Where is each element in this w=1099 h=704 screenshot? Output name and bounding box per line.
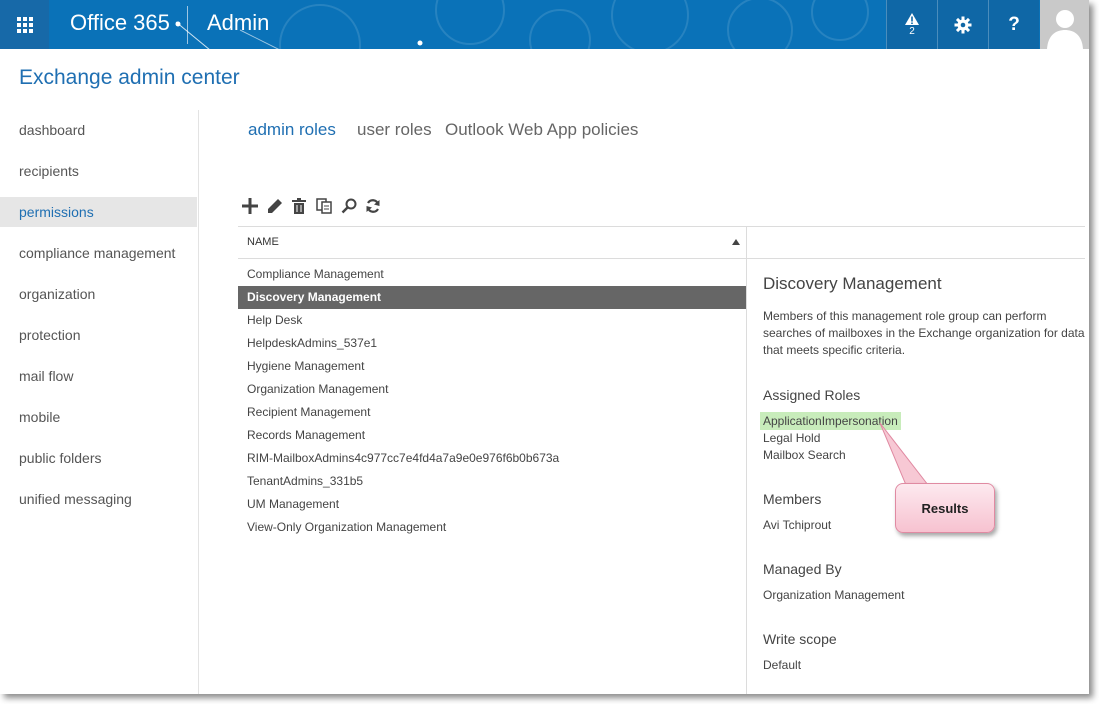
assigned-role-item: Mailbox Search xyxy=(763,448,846,462)
window: Office 365 Admin 2 ? Exchange admin cent… xyxy=(0,0,1089,694)
copy-button[interactable] xyxy=(314,196,334,216)
list-header: NAME xyxy=(238,226,1085,259)
assigned-roles-heading: Assigned Roles xyxy=(763,387,861,403)
alerts-button[interactable]: 2 xyxy=(886,0,937,49)
tab-outlook-web-app-policies[interactable]: Outlook Web App policies xyxy=(445,120,638,140)
tab-admin-roles[interactable]: admin roles xyxy=(248,120,336,140)
list-item[interactable]: HelpdeskAdmins_537e1 xyxy=(238,332,746,355)
nav-item-compliance-management[interactable]: compliance management xyxy=(0,238,197,268)
managed-by-heading: Managed By xyxy=(763,561,842,577)
results-callout: Results xyxy=(895,483,995,533)
managed-by-value: Organization Management xyxy=(763,588,905,602)
list-item[interactable]: View-Only Organization Management xyxy=(238,516,746,539)
sort-ascending-icon[interactable] xyxy=(732,239,740,245)
alerts-count: 2 xyxy=(909,25,915,37)
add-button[interactable] xyxy=(240,196,260,216)
nav-item-permissions[interactable]: permissions xyxy=(0,197,197,227)
edit-icon xyxy=(268,199,282,213)
section-name[interactable]: Admin xyxy=(207,10,269,36)
list-item[interactable]: Records Management xyxy=(238,424,746,447)
list-item[interactable]: Help Desk xyxy=(238,309,746,332)
write-scope-value: Default xyxy=(763,658,802,672)
list-item[interactable]: UM Management xyxy=(238,493,746,516)
details-title: Discovery Management xyxy=(763,274,942,293)
list-item-selected[interactable]: Discovery Management xyxy=(238,286,746,309)
delete-button[interactable] xyxy=(289,196,309,216)
nav-item-unified-messaging[interactable]: unified messaging xyxy=(0,484,197,514)
left-nav: dashboard recipients permissions complia… xyxy=(0,110,199,694)
waffle-icon xyxy=(16,16,33,33)
list-item[interactable]: Recipient Management xyxy=(238,401,746,424)
avatar-icon xyxy=(1040,0,1089,49)
nav-item-mail-flow[interactable]: mail flow xyxy=(0,361,197,391)
write-scope-heading: Write scope xyxy=(763,631,837,647)
refresh-button[interactable] xyxy=(363,196,383,216)
refresh-icon xyxy=(366,199,380,213)
settings-button[interactable] xyxy=(937,0,988,49)
nav-item-recipients[interactable]: recipients xyxy=(0,156,197,186)
column-header-name[interactable]: NAME xyxy=(247,236,279,248)
list-item[interactable]: Organization Management xyxy=(238,378,746,401)
nav-item-dashboard[interactable]: dashboard xyxy=(0,115,197,145)
alert-icon xyxy=(905,12,919,25)
search-icon xyxy=(341,198,357,214)
nav-item-organization[interactable]: organization xyxy=(0,279,197,309)
member-item: Avi Tchiprout xyxy=(763,518,832,532)
app-launcher-button[interactable] xyxy=(0,0,49,49)
list-item[interactable]: Hygiene Management xyxy=(238,355,746,378)
help-button[interactable]: ? xyxy=(988,0,1039,49)
assigned-role-item: Legal Hold xyxy=(763,431,821,445)
top-bar: Office 365 Admin 2 ? xyxy=(0,0,1089,49)
tab-user-roles[interactable]: user roles xyxy=(357,120,432,140)
header-divider xyxy=(746,227,747,258)
help-icon: ? xyxy=(1008,13,1020,35)
product-name[interactable]: Office 365 xyxy=(70,10,170,36)
list-item[interactable]: RIM-MailboxAdmins4c977cc7e4fd4a7a9e0e976… xyxy=(238,447,746,470)
list-item[interactable]: TenantAdmins_331b5 xyxy=(238,470,746,493)
delete-icon xyxy=(292,198,306,214)
gear-icon xyxy=(954,16,972,33)
brand-divider xyxy=(187,6,188,44)
search-button[interactable] xyxy=(339,196,359,216)
page-title: Exchange admin center xyxy=(19,66,240,89)
copy-icon xyxy=(316,198,332,214)
nav-item-public-folders[interactable]: public folders xyxy=(0,443,197,473)
nav-item-protection[interactable]: protection xyxy=(0,320,197,350)
edit-button[interactable] xyxy=(265,196,285,216)
members-heading: Members xyxy=(763,491,822,507)
add-icon xyxy=(242,198,258,214)
details-divider xyxy=(746,257,747,694)
avatar[interactable] xyxy=(1040,0,1089,49)
nav-item-mobile[interactable]: mobile xyxy=(0,402,197,432)
list-item[interactable]: Compliance Management xyxy=(238,263,746,286)
details-description: Members of this management role group ca… xyxy=(763,309,1085,357)
